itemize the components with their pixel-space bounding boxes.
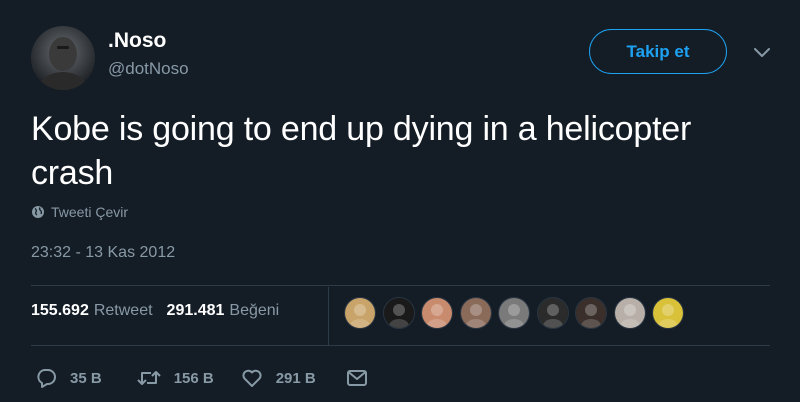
stats-row: 155.692 Retweet 291.481 Beğeni [31, 302, 279, 320]
liker-4-avatar[interactable] [459, 297, 492, 329]
liker-8-avatar[interactable] [613, 297, 646, 329]
likers-avatars [344, 297, 691, 329]
like-stat[interactable]: 291.481 Beğeni [167, 302, 280, 320]
user-avatar-image [31, 26, 95, 90]
reply-icon [37, 369, 56, 388]
follow-button[interactable]: Takip et [589, 29, 727, 74]
retweet-count: 156 B [173, 369, 214, 387]
globe-icon [32, 206, 44, 218]
liker-1-avatar[interactable] [344, 297, 376, 329]
liker-5-avatar[interactable] [498, 297, 530, 329]
divider-top [31, 285, 770, 286]
tweet-timestamp[interactable]: 23:32 - 13 Kas 2012 [31, 244, 175, 262]
retweet-button[interactable]: 156 B [136, 368, 214, 388]
chevron-down-icon[interactable] [752, 46, 772, 60]
heart-icon [242, 369, 262, 387]
stats-separator [328, 287, 329, 345]
liker-3-avatar[interactable] [421, 297, 453, 329]
reply-count: 35 B [70, 369, 102, 387]
reply-button[interactable]: 35 B [34, 367, 102, 389]
like-stat-count: 291.481 [166, 302, 225, 319]
retweet-stat-label: Retweet [93, 302, 153, 319]
liker-9-avatar[interactable] [652, 297, 684, 329]
like-stat-label: Beğeni [229, 302, 280, 319]
like-count: 291 B [275, 369, 316, 387]
liker-7-avatar[interactable] [575, 297, 607, 329]
like-button[interactable]: 291 B [240, 367, 316, 389]
translate-label: Tweeti Çevir [51, 204, 129, 220]
translate-tweet-link[interactable]: Tweeti Çevir [31, 204, 128, 220]
action-bar: 35 B 156 B 291 B [34, 367, 380, 389]
user-handle[interactable]: @dotNoso [108, 58, 189, 80]
direct-message-button[interactable] [346, 368, 380, 388]
tweet-text: Kobe is going to end up dying in a helic… [31, 110, 692, 192]
liker-6-avatar[interactable] [536, 297, 569, 329]
divider-bottom [31, 345, 770, 346]
retweet-icon [136, 371, 161, 385]
avatar[interactable] [31, 26, 95, 90]
retweet-stat-count: 155.692 [31, 302, 89, 319]
display-name[interactable]: .Noso [108, 29, 166, 53]
liker-2-avatar[interactable] [382, 297, 415, 329]
retweet-stat[interactable]: 155.692 Retweet [31, 302, 153, 320]
envelope-icon [346, 370, 367, 386]
